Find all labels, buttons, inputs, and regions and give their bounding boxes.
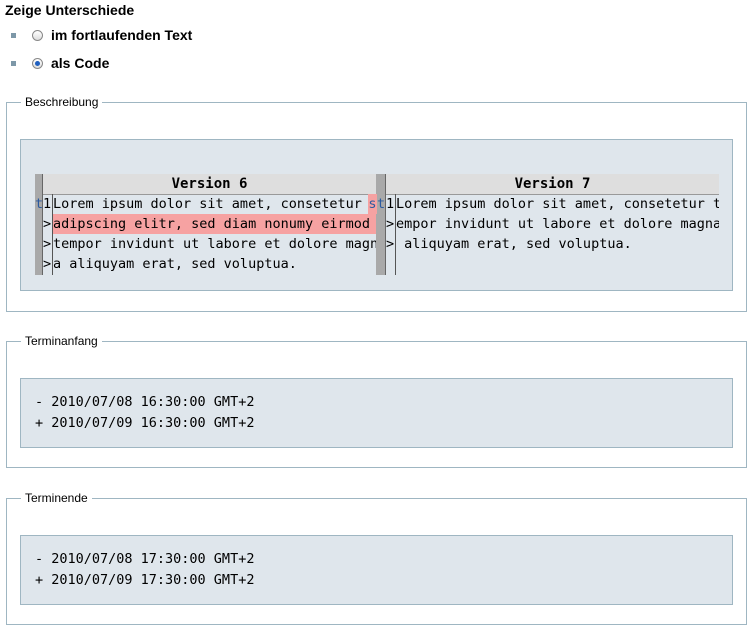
diff-gutter-mark-right: t [377,196,386,212]
radio-fortlaufender-text[interactable] [32,29,43,41]
page-title: Zeige Unterschiede [5,2,135,18]
diff-marker: > [43,216,52,232]
legend-terminanfang: Terminanfang [25,334,98,348]
legend-beschreibung: Beschreibung [25,95,99,109]
diff-line-right-1: Lorem ipsum dolor sit amet, consetetur t [396,196,719,212]
diff-marker: > [43,236,52,252]
diff-marker: 1 [43,196,52,212]
diff-marker: > [386,216,395,232]
diff-marker: > [386,236,395,252]
diff-marker: > [43,256,52,272]
diff-gutter-mark-left: t [35,196,44,212]
fieldset-terminende: Terminende - 2010/07/08 17:30:00 GMT+2 +… [6,491,747,625]
diff-gutter-right [376,174,386,275]
option-label-code: als Code [51,55,110,71]
diff-marker: 1 [386,196,395,212]
option-als-code[interactable]: als Code [11,53,109,73]
bullet-icon [11,60,16,66]
diff-line-left-1: Lorem ipsum dolor sit amet, consetetur s [53,196,376,212]
bullet-icon [11,32,16,38]
diff-line-left-4: a aliquyam erat, sed voluptua. [53,256,297,272]
terminanfang-new: + 2010/07/09 16:30:00 GMT+2 [35,415,255,431]
diff-header-left: Version 6 [43,174,376,195]
diff-line-right-3: aliquyam erat, sed voluptua. [396,236,632,252]
diff-line-left-3: tempor invidunt ut labore et dolore magn [53,236,376,252]
diff-panel: Version 6 t 1 > > > Lorem ipsum dolor si… [20,139,733,291]
legend-terminende: Terminende [25,491,88,505]
fieldset-terminanfang: Terminanfang - 2010/07/08 16:30:00 GMT+2… [6,334,747,468]
fieldset-beschreibung: Beschreibung Version 6 t 1 > > > Lorem i… [6,95,747,312]
diff-header-right: Version 7 [386,174,719,195]
diff-highlight-char: s [368,194,377,214]
terminende-panel: - 2010/07/08 17:30:00 GMT+2 + 2010/07/09… [20,535,733,605]
terminende-new: + 2010/07/09 17:30:00 GMT+2 [35,572,255,588]
terminanfang-panel: - 2010/07/08 16:30:00 GMT+2 + 2010/07/09… [20,378,733,448]
diff-gutter-left [35,174,43,275]
terminende-old: - 2010/07/08 17:30:00 GMT+2 [35,551,255,567]
radio-als-code[interactable] [32,57,43,69]
terminanfang-old: - 2010/07/08 16:30:00 GMT+2 [35,394,255,410]
diff-table: Version 6 t 1 > > > Lorem ipsum dolor si… [35,174,719,275]
option-fortlaufender-text[interactable]: im fortlaufenden Text [11,25,192,45]
diff-line-right-2: empor invidunt ut labore et dolore magna [396,216,719,232]
option-label-fortlaufend: im fortlaufenden Text [51,27,193,43]
diff-line-left-2: adipscing elitr, sed diam nonumy eirmod [53,214,376,234]
